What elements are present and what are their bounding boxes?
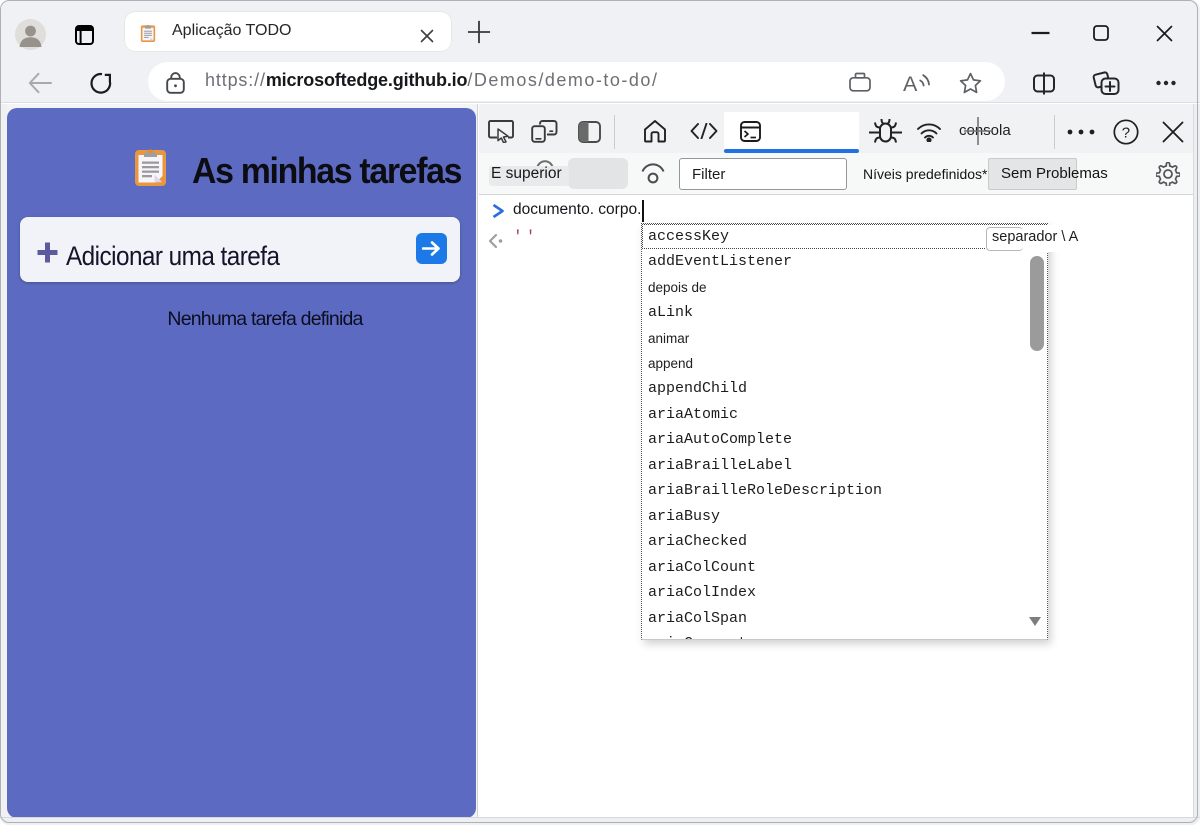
svg-text:A: A <box>903 72 918 93</box>
svg-text:?: ? <box>1122 125 1130 142</box>
